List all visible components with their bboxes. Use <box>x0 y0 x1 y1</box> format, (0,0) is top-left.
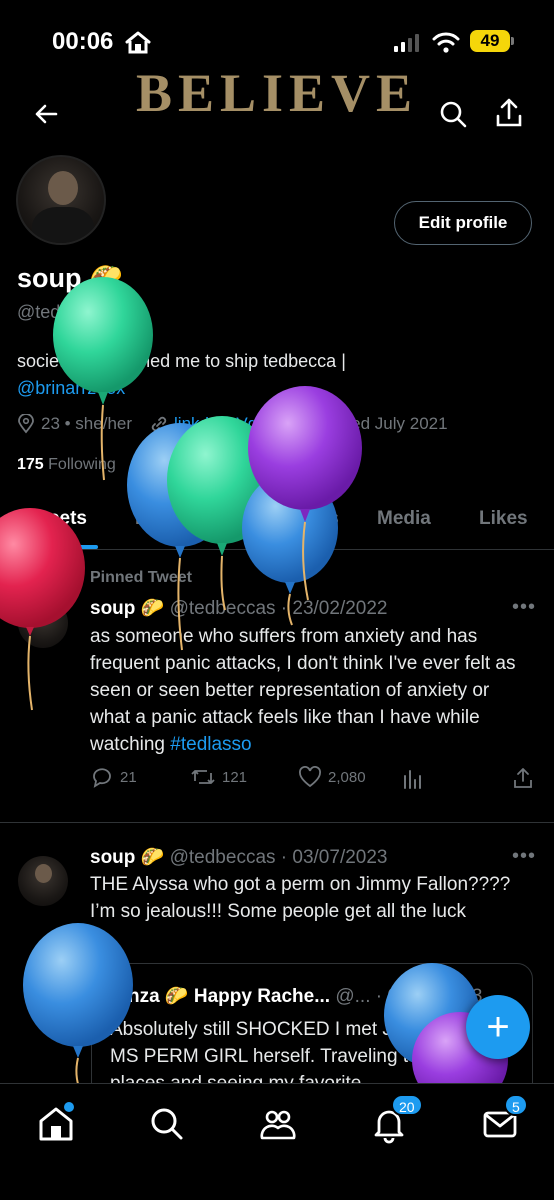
bio-mention-link[interactable]: @brinarrzoox <box>17 378 125 398</box>
tweet-text[interactable]: as someone who suffers from anxiety and … <box>90 623 530 758</box>
tweet-handle-date: @tedbeccas · 03/07/2023 <box>169 847 388 868</box>
tab-media[interactable]: Media <box>377 508 431 530</box>
joined-item: Joined July 2021 <box>296 414 448 434</box>
tab-tweets[interactable]: Tweets <box>24 508 87 530</box>
tab-highlights[interactable]: Highlights <box>246 508 339 530</box>
more-options-icon[interactable]: ••• <box>512 845 536 868</box>
following-link[interactable]: 175 Following <box>17 456 116 473</box>
compose-tweet-button[interactable]: + <box>466 995 530 1059</box>
following-count: 175 <box>17 456 44 473</box>
tab-replies[interactable]: Replies <box>135 508 203 530</box>
followers-count: 358 <box>133 456 161 473</box>
tweet-body: as someone who suffers from anxiety and … <box>90 626 516 755</box>
more-options-icon[interactable]: ••• <box>512 596 536 619</box>
analytics-icon[interactable] <box>402 768 424 790</box>
retweet-icon <box>191 770 215 784</box>
website-item[interactable]: linkd.it/2VgEp <box>150 414 278 434</box>
hashtag-link[interactable]: #tedlasso <box>170 734 251 755</box>
tweet-handle-date: @tedbeccas · 23/02/2022 <box>169 598 388 619</box>
quote-header: rehza 🌮 Happy Rache... @... · 03/07/2023 <box>110 984 482 1008</box>
location-pin-icon <box>18 414 34 434</box>
reply-count: 21 <box>120 768 137 786</box>
like-count: 2,080 <box>328 768 366 786</box>
tab-likes[interactable]: Likes <box>479 508 528 530</box>
tweet-actions: 21 121 2,080 <box>90 766 534 794</box>
profile-bio: society conditioned me to ship tedbecca … <box>17 348 346 402</box>
tweet-divider <box>0 822 554 823</box>
avatar-face <box>35 864 52 883</box>
tweet-header: soup 🌮 @tedbeccas · 23/02/2022 <box>90 596 388 620</box>
quote-date: @... · 03/07/2023 <box>335 986 483 1007</box>
quote-author: rehza 🌮 Happy Rache... <box>110 986 331 1007</box>
wifi-icon <box>432 32 460 53</box>
nav-search[interactable] <box>147 1104 187 1144</box>
website-link[interactable]: linkd.it/2VgEp <box>174 414 278 434</box>
bottom-navigation: 20 5 <box>0 1083 554 1200</box>
location-item: 23 • she/her <box>17 414 132 434</box>
back-arrow-icon[interactable] <box>30 98 62 130</box>
battery-indicator: 49 <box>470 30 510 52</box>
follow-stats: 175 Following 358 Followers <box>17 456 233 474</box>
tweet-author[interactable]: soup 🌮 <box>90 847 164 868</box>
avatar-face <box>35 606 52 625</box>
retweet-count: 121 <box>222 768 248 786</box>
heart-icon <box>299 766 321 788</box>
reply-button[interactable]: 21 <box>90 766 137 788</box>
avatar-body <box>32 207 94 243</box>
share-tweet-icon[interactable] <box>512 766 534 790</box>
like-button[interactable]: 2,080 <box>298 766 366 788</box>
tweet-header: soup 🌮 @tedbeccas · 03/07/2023 <box>90 845 388 869</box>
location-text: 23 • she/her <box>41 414 133 433</box>
battery-cap <box>511 37 514 45</box>
cellular-signal-icon <box>394 34 419 52</box>
home-status-icon <box>125 31 151 54</box>
search-icon[interactable] <box>438 98 468 130</box>
link-icon <box>151 416 167 432</box>
bio-text: society conditioned me to ship tedbecca … <box>17 351 346 371</box>
notifications-badge: 20 <box>391 1094 423 1116</box>
share-icon[interactable] <box>494 96 524 130</box>
display-name: soup 🌮 <box>17 263 123 293</box>
pin-icon <box>62 570 76 586</box>
followers-label: Followers <box>164 456 234 473</box>
profile-meta: 23 • she/her linkd.it/2VgEp Joined July … <box>17 414 448 434</box>
reply-icon <box>93 768 111 788</box>
tweet-author[interactable]: soup 🌮 <box>90 598 164 619</box>
calendar-icon <box>297 416 313 432</box>
nav-home[interactable] <box>36 1102 76 1144</box>
followers-link[interactable]: 358 Followers <box>134 456 234 473</box>
profile-avatar[interactable] <box>16 155 106 245</box>
retweet-button[interactable]: 121 <box>190 766 247 788</box>
search-icon <box>151 1108 183 1140</box>
nav-communities[interactable] <box>258 1104 298 1144</box>
profile-tabs: Tweets Replies Highlights Media Likes <box>0 498 554 550</box>
messages-badge: 5 <box>504 1094 528 1116</box>
nav-notifications[interactable]: 20 <box>369 1094 423 1144</box>
following-label: Following <box>48 456 116 473</box>
avatar-face <box>48 171 78 205</box>
clock: 00:06 <box>52 28 114 55</box>
profile-handle: @tedbeccas <box>17 302 118 322</box>
tweet-text[interactable]: THE Alyssa who got a perm on Jimmy Fallo… <box>90 871 530 925</box>
tweet-avatar[interactable] <box>18 598 68 648</box>
tweet-avatar[interactable] <box>18 856 68 906</box>
joined-text: Joined July 2021 <box>319 414 448 433</box>
banner-title: BELIEVE <box>135 63 419 123</box>
communities-icon <box>260 1110 296 1140</box>
pinned-tweet-label: Pinned Tweet <box>90 569 192 586</box>
edit-profile-button[interactable]: Edit profile <box>394 201 532 245</box>
active-tab-indicator <box>22 545 98 549</box>
home-new-dot <box>64 1102 74 1112</box>
nav-messages[interactable]: 5 <box>480 1094 528 1144</box>
